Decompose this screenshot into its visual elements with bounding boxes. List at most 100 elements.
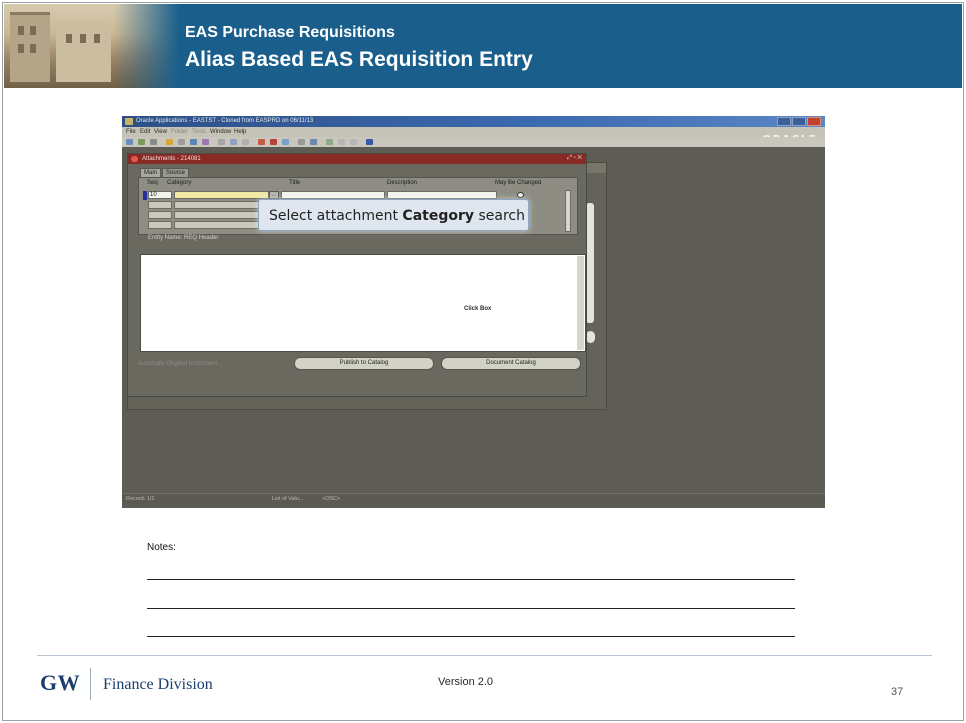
header-banner: EAS Purchase Requisitions Alias Based EA…: [4, 4, 962, 88]
note-line: [147, 608, 795, 609]
list-of-values-button[interactable]: …: [269, 191, 279, 199]
attachments-titlebar: Attachments - 214081 ⤢ ▫ ✕: [128, 154, 586, 164]
note-line: [147, 636, 795, 637]
oracle-titlebar: Oracle Applications - EASTST - Cloned fr…: [122, 116, 825, 127]
window-shape: [94, 34, 100, 43]
seq-field[interactable]: [148, 211, 172, 219]
navigate-icon[interactable]: [138, 139, 145, 145]
logo-separator: [90, 668, 91, 700]
slide: EAS Purchase Requisitions Alias Based EA…: [0, 0, 966, 723]
finance-division-label: Finance Division: [103, 676, 213, 693]
seq-field[interactable]: [148, 201, 172, 209]
attachments-window: Attachments - 214081 ⤢ ▫ ✕ Main Source S…: [127, 153, 587, 397]
folder-tools-icon[interactable]: [310, 139, 317, 145]
window-control-icons[interactable]: ⤢ ▫ ✕: [567, 155, 582, 162]
record-counter: Record: 1/1: [126, 496, 155, 502]
window-icon[interactable]: [326, 139, 333, 145]
category-field[interactable]: [174, 211, 269, 219]
background-scroll-knob[interactable]: [586, 331, 595, 343]
tab-main[interactable]: Main: [140, 168, 162, 177]
window-shape: [18, 26, 24, 35]
window-controls: [777, 117, 821, 126]
column-header-seq: Seq: [147, 180, 158, 186]
notes-label: Notes:: [147, 542, 176, 553]
oracle-app-screenshot: Oracle Applications - EASTST - Cloned fr…: [122, 116, 825, 508]
window-shape: [30, 26, 36, 35]
new-record-icon[interactable]: [258, 139, 265, 145]
category-field[interactable]: [174, 191, 269, 199]
delete-record-icon[interactable]: [270, 139, 277, 145]
app-icon: [125, 118, 133, 125]
cut-icon[interactable]: [218, 139, 225, 145]
window-shape: [30, 44, 36, 53]
find-icon[interactable]: [166, 139, 173, 145]
menu-folder[interactable]: Folder: [171, 129, 188, 135]
background-scrollbar[interactable]: [586, 203, 594, 323]
page-subtitle: Alias Based EAS Requisition Entry: [185, 48, 533, 71]
window-shape: [18, 44, 24, 53]
text-box-scrollbar[interactable]: [577, 256, 584, 350]
grid-scrollbar[interactable]: [565, 190, 571, 232]
menu-bar: File Edit View Folder Tools Window Help …: [122, 127, 825, 146]
attachments-window-title: Attachments - 214081: [142, 156, 201, 162]
copy-icon[interactable]: [230, 139, 237, 145]
status-lov: List of Valu...: [272, 496, 304, 502]
translate-icon[interactable]: [202, 139, 209, 145]
edit-field-icon[interactable]: [298, 139, 305, 145]
save-icon[interactable]: [150, 139, 157, 145]
title-field[interactable]: [281, 191, 385, 199]
entity-name: Entity Name: REQ Header: [148, 235, 219, 241]
close-icon[interactable]: [807, 117, 821, 126]
zoom-icon[interactable]: [190, 139, 197, 145]
column-header-may-be-changed: May Be Changed: [495, 180, 542, 186]
column-header-description: Description: [387, 180, 418, 186]
page-number: 37: [891, 686, 904, 698]
menu-edit[interactable]: Edit: [140, 129, 150, 135]
maximize-icon[interactable]: [792, 117, 806, 126]
building-shape: [56, 22, 111, 82]
callout-tooltip: Select attachment Category search: [258, 199, 529, 231]
page-title: EAS Purchase Requisitions: [185, 24, 395, 41]
attachment-text-box[interactable]: Click Box: [140, 254, 586, 352]
automatic-instrument-label: Automatic Original Instrument...: [138, 361, 223, 367]
attachments-icon[interactable]: [282, 139, 289, 145]
seq-value: 10: [150, 192, 157, 198]
column-header-category: Category: [167, 180, 192, 186]
print-icon[interactable]: [178, 139, 185, 145]
publish-to-catalog-button[interactable]: Publish to Catalog: [294, 357, 434, 370]
menu-help[interactable]: Help: [234, 129, 246, 135]
menu-view[interactable]: View: [154, 129, 167, 135]
tab-source[interactable]: Source: [162, 168, 190, 177]
gw-logo: GW: [40, 670, 81, 695]
description-field[interactable]: [387, 191, 497, 199]
callout-text: Select attachment Category search: [269, 208, 525, 224]
status-bar: Record: 1/1 List of Valu... <OSC>: [122, 493, 825, 504]
oracle-window-title: Oracle Applications - EASTST - Cloned fr…: [136, 118, 314, 124]
menu-file[interactable]: File: [126, 129, 136, 135]
version-label: Version 2.0: [438, 676, 494, 688]
click-box-label: Click Box: [464, 306, 492, 312]
window-shape: [66, 34, 72, 43]
may-be-changed-checkbox[interactable]: [517, 192, 524, 198]
seq-field[interactable]: [148, 221, 172, 229]
footer-divider: [37, 655, 932, 656]
category-field[interactable]: [174, 221, 269, 229]
minimize-icon[interactable]: [777, 117, 791, 126]
current-record-indicator: [143, 191, 147, 200]
help-icon[interactable]: [366, 139, 373, 145]
document-catalog-button[interactable]: Document Catalog: [441, 357, 581, 370]
note-line: [147, 579, 795, 580]
nav-forward-icon[interactable]: [350, 139, 357, 145]
menu-tools[interactable]: Tools: [192, 129, 206, 135]
column-header-title: Title: [289, 180, 301, 186]
paste-icon[interactable]: [242, 139, 249, 145]
nav-back-icon[interactable]: [338, 139, 345, 145]
menu-window[interactable]: Window: [210, 129, 231, 135]
campus-photo: [4, 4, 179, 88]
open-icon[interactable]: [126, 139, 133, 145]
window-shape: [80, 34, 86, 43]
record-icon: [131, 156, 138, 162]
seq-field[interactable]: 10: [148, 191, 172, 199]
status-osc: <OSC>: [322, 496, 341, 502]
category-field[interactable]: [174, 201, 269, 209]
